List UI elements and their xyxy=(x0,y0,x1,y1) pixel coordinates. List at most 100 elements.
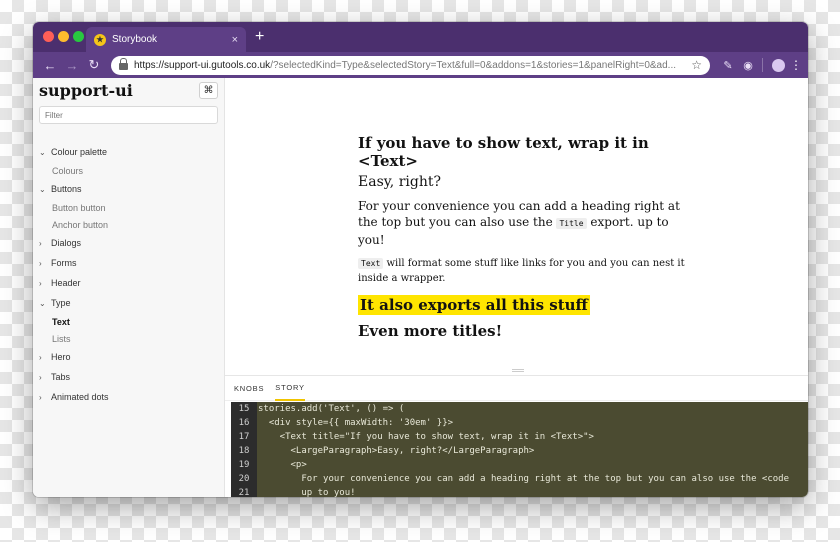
sidebar-header: support-ui ⌘ xyxy=(39,79,218,101)
sidebar-group-buttons[interactable]: ⌄ Buttons xyxy=(39,179,218,199)
sidebar-group-label: Forms xyxy=(51,258,77,268)
tab-knobs[interactable]: KNOBS xyxy=(234,376,264,401)
chevron-right-icon: › xyxy=(39,238,42,248)
chevron-right-icon: › xyxy=(39,372,42,382)
tab-close-icon[interactable]: × xyxy=(232,34,238,46)
code-line: 21 up to you! xyxy=(231,486,808,497)
storybook-favicon-icon: ★ xyxy=(94,33,106,46)
maximize-window-button[interactable] xyxy=(73,31,84,42)
code-line: 19 <p> xyxy=(231,458,808,472)
code-text: For your convenience you can add a headi… xyxy=(258,474,790,484)
sidebar-group-label: Colour palette xyxy=(51,147,108,157)
forward-icon[interactable]: → xyxy=(61,58,83,73)
sidebar-group-type[interactable]: ⌄ Type xyxy=(39,293,218,313)
code-line: 17 <Text title="If you have to show text… xyxy=(231,430,808,444)
new-tab-button[interactable]: + xyxy=(255,28,264,46)
sidebar-group-label: Dialogs xyxy=(51,238,82,248)
secondary-heading: Even more titles! xyxy=(358,322,503,340)
minimize-window-button[interactable] xyxy=(58,31,69,42)
panel-resize-handle[interactable] xyxy=(512,369,524,372)
line-number: 20 xyxy=(238,474,250,484)
brand-title[interactable]: support-ui xyxy=(39,81,133,100)
addons-panel: KNOBS STORY 15 stories.add('Text', () => … xyxy=(225,375,808,497)
convenience-paragraph: For your convenience you can add a headi… xyxy=(358,198,688,248)
sidebar-item-colours[interactable]: Colours xyxy=(39,162,218,179)
code-text: <LargeParagraph>Easy, right?</LargeParag… xyxy=(258,446,535,456)
code-text: <div style={{ maxWidth: '30em' }}> xyxy=(258,418,454,428)
sidebar-item-text[interactable]: Text xyxy=(39,313,218,330)
code-text: <p> xyxy=(258,460,307,470)
sidebar-group-tabs[interactable]: › Tabs xyxy=(39,367,218,387)
code-line: 15 stories.add('Text', () => ( xyxy=(231,402,808,416)
code-text: up to you! xyxy=(258,488,356,497)
sidebar-group-label: Hero xyxy=(51,352,71,362)
profile-avatar-icon[interactable] xyxy=(772,58,785,72)
sidebar-item-lists[interactable]: Lists xyxy=(39,330,218,347)
story-heading: If you have to show text, wrap it in <Te… xyxy=(358,134,649,170)
browser-menu-icon[interactable]: ⋮ xyxy=(790,58,802,72)
storybook-main: If you have to show text, wrap it in <Te… xyxy=(225,78,808,497)
tab-title: Storybook xyxy=(112,34,158,45)
sidebar-group-colour-palette[interactable]: ⌄ Colour palette xyxy=(39,142,218,162)
browser-tab[interactable]: ★ Storybook × xyxy=(86,27,246,52)
sidebar-group-label: Header xyxy=(51,278,81,288)
bookmark-star-icon[interactable]: ☆ xyxy=(691,58,702,72)
para2-text: will format some stuff like links for yo… xyxy=(358,258,685,284)
sidebar-group-hero[interactable]: › Hero xyxy=(39,347,218,367)
sidebar-group-label: Type xyxy=(51,298,71,308)
reload-icon[interactable]: ↻ xyxy=(83,57,105,73)
sidebar-group-label: Buttons xyxy=(51,184,82,194)
storybook-sidebar: support-ui ⌘ ⌄ Colour palette Colours ⌄ Butt… xyxy=(33,78,225,497)
sidebar-group-header[interactable]: › Header xyxy=(39,273,218,293)
back-icon[interactable]: ← xyxy=(39,58,61,73)
line-number: 19 xyxy=(238,460,250,470)
toolbar-divider xyxy=(762,58,763,72)
code-line: 16 <div style={{ maxWidth: '30em' }}> xyxy=(231,416,808,430)
line-number: 21 xyxy=(238,488,250,497)
browser-titlebar: ★ Storybook × + xyxy=(33,22,808,52)
address-bar[interactable]: https://support-ui.gutools.co.uk /?selec… xyxy=(111,55,710,75)
url-host: https://support-ui.gutools.co.uk xyxy=(134,59,271,71)
story-source-code: 15 stories.add('Text', () => (16 <div sty… xyxy=(231,402,808,497)
chevron-right-icon: › xyxy=(39,392,42,402)
sidebar-group-label: Animated dots xyxy=(51,392,109,402)
large-paragraph: Easy, right? xyxy=(358,174,441,190)
chevron-right-icon: › xyxy=(39,278,42,288)
highlighted-heading: It also exports all this stuff xyxy=(358,295,590,315)
sidebar-item-anchor-button[interactable]: Anchor button xyxy=(39,216,218,233)
line-number: 15 xyxy=(238,404,250,414)
line-number: 17 xyxy=(238,432,250,442)
chevron-down-icon: ⌄ xyxy=(39,184,46,194)
shortcuts-button[interactable]: ⌘ xyxy=(199,81,218,99)
chevron-down-icon: ⌄ xyxy=(39,147,46,157)
sidebar-group-dialogs[interactable]: › Dialogs xyxy=(39,233,218,253)
code-line: 20 For your convenience you can add a he… xyxy=(231,472,808,486)
sidebar-group-forms[interactable]: › Forms xyxy=(39,253,218,273)
story-filter-input[interactable] xyxy=(39,106,218,124)
sidebar-group-animated-dots[interactable]: › Animated dots xyxy=(39,387,218,407)
extension-icon[interactable]: ✎ xyxy=(718,59,738,72)
text-code-snippet: Text xyxy=(358,258,384,269)
tab-story[interactable]: STORY xyxy=(275,376,305,401)
chevron-right-icon: › xyxy=(39,352,42,362)
sidebar-group-label: Tabs xyxy=(51,372,71,382)
addons-tab-bar: KNOBS STORY xyxy=(225,376,808,401)
browser-toolbar: ← → ↻ https://support-ui.gutools.co.uk /… xyxy=(33,52,808,78)
story-tree: ⌄ Colour palette Colours ⌄ Buttons Button but… xyxy=(39,142,218,407)
text-story-content: If you have to show text, wrap it in <Te… xyxy=(358,134,688,340)
line-number: 16 xyxy=(238,418,250,428)
code-text: <Text title="If you have to show text, w… xyxy=(258,432,594,442)
chrome-extension-icon[interactable]: ◉ xyxy=(738,59,758,72)
sidebar-item-button-button[interactable]: Button button xyxy=(39,199,218,216)
title-code-snippet: Title xyxy=(556,218,587,229)
code-line: 18 <LargeParagraph>Easy, right?</LargePa… xyxy=(231,444,808,458)
chevron-down-icon: ⌄ xyxy=(39,298,46,308)
close-window-button[interactable] xyxy=(43,31,54,42)
storybook-page: support-ui ⌘ ⌄ Colour palette Colours ⌄ Butt… xyxy=(33,78,808,497)
chevron-right-icon: › xyxy=(39,258,42,268)
story-preview: If you have to show text, wrap it in <Te… xyxy=(225,78,808,374)
line-number: 18 xyxy=(238,446,250,456)
url-path: /?selectedKind=Type&selectedStory=Text&f… xyxy=(270,59,677,71)
browser-window: ★ Storybook × + ← → ↻ https://support-ui… xyxy=(33,22,808,497)
text-format-paragraph: Text will format some stuff like links f… xyxy=(358,256,688,286)
